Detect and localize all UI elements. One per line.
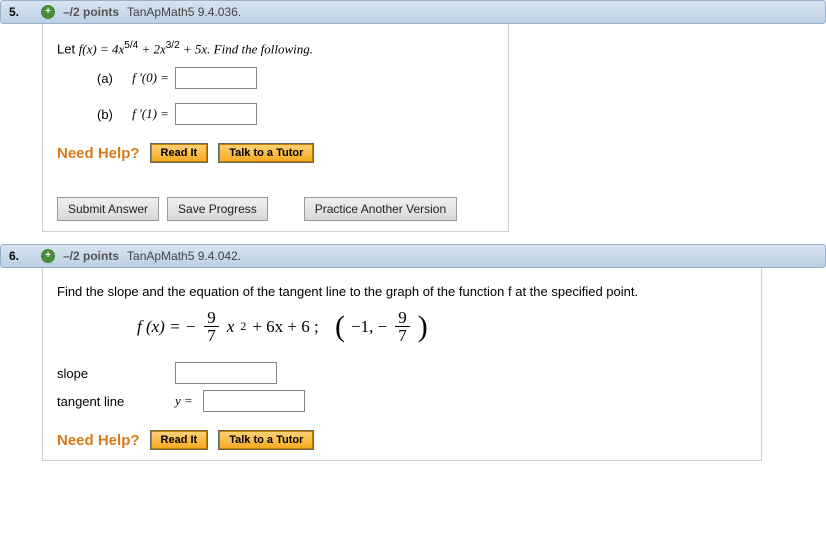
question-number: 5. (9, 5, 33, 19)
lhs: f (x) = − (137, 317, 196, 337)
frac1: 9 7 (204, 309, 219, 344)
y-equals: y = (175, 393, 193, 409)
action-row: Submit Answer Save Progress Practice Ano… (57, 187, 494, 221)
question-6: 6. + –/2 points TanApMath5 9.4.042. Find… (0, 244, 826, 461)
read-it-button[interactable]: Read It (150, 143, 209, 163)
frac1-den: 7 (204, 327, 219, 344)
need-help-row: Need Help? Read It Talk to a Tutor (57, 430, 747, 450)
question-header: 6. + –/2 points TanApMath5 9.4.042. (0, 244, 826, 268)
x-term: x (227, 317, 235, 337)
paren-open: ( (335, 315, 345, 339)
points-label: –/2 points (63, 5, 119, 19)
pt-x: −1, − (351, 317, 387, 337)
frac2-num: 9 (395, 309, 410, 327)
suffix: + 5x. Find the following. (180, 41, 313, 56)
need-help-label: Need Help? (57, 432, 140, 449)
talk-tutor-button[interactable]: Talk to a Tutor (218, 143, 314, 163)
part-a: (a) f '(0) = (97, 67, 494, 89)
prompt: Let f(x) = 4x5/4 + 2x3/2 + 5x. Find the … (57, 40, 494, 57)
question-5: 5. + –/2 points TanApMath5 9.4.036. Let … (0, 0, 826, 232)
expand-icon[interactable]: + (41, 5, 55, 19)
practice-button[interactable]: Practice Another Version (304, 197, 457, 221)
part-b-label: (b) (97, 107, 113, 122)
tangent-input[interactable] (203, 390, 305, 412)
part-a-expr: f '(0) = (132, 70, 169, 86)
exp2: 3/2 (166, 40, 180, 51)
question-body: Find the slope and the equation of the t… (42, 268, 762, 461)
prompt-text: Find the slope and the equation of the t… (57, 284, 638, 299)
need-help-label: Need Help? (57, 145, 140, 162)
plus1: + 2x (138, 41, 166, 56)
part-b-expr: f '(1) = (132, 106, 169, 122)
slope-input[interactable] (175, 362, 277, 384)
need-help-row: Need Help? Read It Talk to a Tutor (57, 143, 494, 163)
save-button[interactable]: Save Progress (167, 197, 268, 221)
prompt-text: Let (57, 41, 79, 56)
source-label: TanApMath5 9.4.036. (127, 5, 241, 19)
part-a-input[interactable] (175, 67, 257, 89)
read-it-button[interactable]: Read It (150, 430, 209, 450)
exp1: 5/4 (124, 40, 138, 51)
part-b-input[interactable] (175, 103, 257, 125)
question-number: 6. (9, 249, 33, 263)
points-label: –/2 points (63, 249, 119, 263)
frac2-den: 7 (395, 327, 410, 344)
part-a-label: (a) (97, 71, 113, 86)
talk-tutor-button[interactable]: Talk to a Tutor (218, 430, 314, 450)
tangent-label: tangent line (57, 394, 165, 409)
math-expression: f (x) = − 9 7 x2 + 6x + 6 ; ( −1, − 9 7 … (137, 309, 747, 344)
slope-row: slope (57, 362, 747, 384)
x-exp: 2 (240, 319, 246, 334)
submit-button[interactable]: Submit Answer (57, 197, 159, 221)
tangent-row: tangent line y = (57, 390, 747, 412)
prompt: Find the slope and the equation of the t… (57, 284, 747, 299)
question-body: Let f(x) = 4x5/4 + 2x3/2 + 5x. Find the … (42, 24, 509, 232)
rest: + 6x + 6 ; (252, 317, 318, 337)
part-b: (b) f '(1) = (97, 103, 494, 125)
paren-close: ) (418, 315, 428, 339)
slope-label: slope (57, 366, 165, 381)
source-label: TanApMath5 9.4.042. (127, 249, 241, 263)
func-def: f(x) = 4x (79, 41, 125, 56)
frac2: 9 7 (395, 309, 410, 344)
frac1-num: 9 (204, 309, 219, 327)
expand-icon[interactable]: + (41, 249, 55, 263)
question-header: 5. + –/2 points TanApMath5 9.4.036. (0, 0, 826, 24)
